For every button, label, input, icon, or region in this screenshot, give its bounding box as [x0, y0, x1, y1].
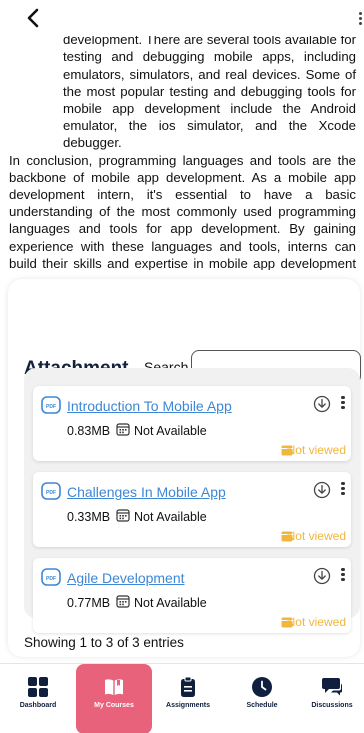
svg-text:PDF: PDF [46, 490, 56, 496]
article-conclusion-paragraph: In conclusion, programming languages and… [9, 152, 356, 270]
nav-label: My Courses [94, 702, 134, 709]
pdf-icon: PDF [41, 482, 61, 500]
list-item: PDF Agile Development 0.77MB Not Availab… [33, 558, 351, 633]
attachment-header-row: Attachment [8, 279, 360, 339]
download-icon[interactable] [313, 395, 331, 413]
viewed-status: Not viewed [286, 529, 346, 543]
availability-text: Not Available [134, 510, 207, 524]
nav-label: Schedule [246, 702, 278, 709]
attachment-link[interactable]: Agile Development [67, 570, 185, 586]
nav-schedule[interactable]: Schedule [224, 664, 300, 733]
nav-dashboard[interactable]: Dashboard [0, 664, 76, 733]
item-menu-icon[interactable] [340, 566, 346, 584]
svg-text:PDF: PDF [46, 404, 56, 410]
availability-text: Not Available [134, 596, 207, 610]
article-indented-paragraph: are critical components of mobile app de… [63, 28, 356, 151]
svg-text:PDF: PDF [46, 576, 56, 582]
nav-label: Discussions [311, 702, 353, 709]
viewed-status: Not viewed [286, 615, 346, 629]
bottom-navigation: Dashboard My Courses Assignments Schedul… [0, 663, 364, 733]
attachment-link[interactable]: Introduction To Mobile App [67, 398, 232, 414]
calendar-icon [116, 423, 130, 436]
pdf-icon: PDF [41, 568, 61, 586]
file-size: 0.83MB [67, 424, 111, 438]
item-menu-icon[interactable] [340, 480, 346, 498]
nav-my-courses[interactable]: My Courses [76, 664, 152, 733]
article-content: are critical components of mobile app de… [0, 28, 364, 270]
nav-assignments[interactable]: Assignments [152, 664, 224, 733]
list-item: PDF Challenges In Mobile App 0.33MB Not … [33, 472, 351, 547]
chat-bubbles-icon [322, 678, 342, 696]
book-open-icon [105, 679, 123, 695]
clock-icon [252, 677, 272, 697]
dashboard-grid-icon [28, 677, 48, 697]
viewed-status: Not viewed [286, 443, 346, 457]
top-bar [0, 0, 364, 36]
entries-info: Showing 1 to 3 of 3 entries [24, 635, 184, 650]
nav-label: Dashboard [19, 702, 57, 709]
download-icon[interactable] [313, 481, 331, 499]
calendar-icon [116, 595, 130, 608]
item-menu-icon[interactable] [340, 394, 346, 412]
more-vertical-icon[interactable] [356, 10, 364, 32]
calendar-icon [116, 509, 130, 522]
availability-text: Not Available [134, 424, 207, 438]
file-size: 0.33MB [67, 510, 111, 524]
nav-label: Assignments [166, 702, 210, 709]
download-icon[interactable] [313, 567, 331, 585]
file-size: 0.77MB [67, 596, 111, 610]
pdf-icon: PDF [41, 396, 61, 414]
attachment-link[interactable]: Challenges In Mobile App [67, 484, 226, 500]
chevron-left-icon[interactable] [22, 6, 46, 30]
attachment-list: PDF Introduction To Mobile App 0.83MB No… [24, 368, 360, 633]
clipboard-icon [181, 676, 195, 697]
nav-discussions[interactable]: Discussions [300, 664, 364, 733]
list-item: PDF Introduction To Mobile App 0.83MB No… [33, 386, 351, 461]
